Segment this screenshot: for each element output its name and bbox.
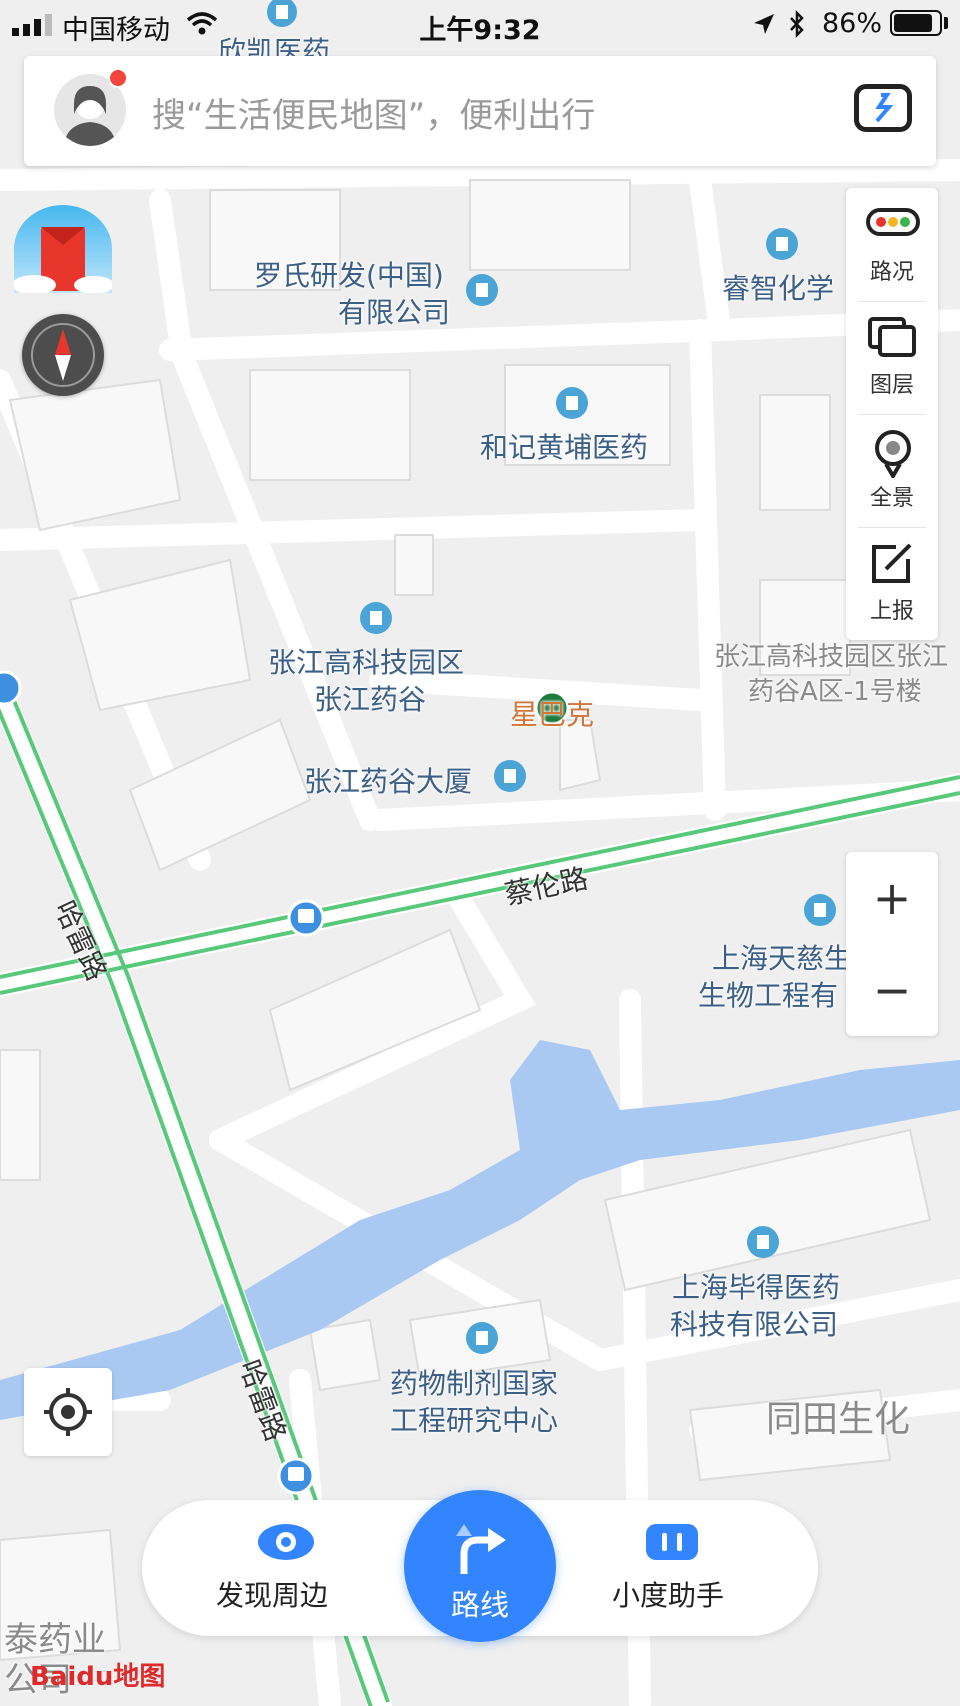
poi-label-ruizhi[interactable]: 睿智化学 — [722, 267, 834, 307]
location-arrow-icon — [754, 14, 774, 34]
map-tools-panel: 路况 图层 全景 上报 — [846, 188, 938, 640]
traffic-button[interactable]: 路况 — [846, 188, 938, 301]
traffic-light-icon — [866, 208, 920, 236]
poi-label-national-line2[interactable]: 工程研究中心 — [390, 1399, 558, 1439]
layers-button[interactable]: 图层 — [846, 301, 938, 414]
crosshair-icon — [44, 1388, 92, 1436]
voice-search-button[interactable] — [854, 84, 912, 132]
panorama-pin-icon — [875, 430, 911, 478]
poi-label-tongtian[interactable]: 同田生化 — [766, 1390, 910, 1442]
poi-label-hutchison[interactable]: 和记黄埔医药 — [480, 426, 648, 466]
battery-percent: 86% — [822, 8, 883, 39]
panorama-button[interactable]: 全景 — [846, 414, 938, 527]
layers-label: 图层 — [869, 373, 914, 398]
traffic-label: 路况 — [869, 260, 914, 285]
eye-icon — [258, 1524, 314, 1560]
map-canvas[interactable] — [0, 0, 960, 1706]
search-input[interactable]: 搜“生活便民地图”，便利出行 — [152, 88, 595, 137]
compass-icon — [31, 323, 95, 387]
baidu-logo: Baidu地图 — [30, 1662, 166, 1692]
poi-label-zj-park-line1[interactable]: 张江高科技园区 — [268, 641, 464, 681]
locate-button[interactable] — [24, 1368, 112, 1456]
poi-label-bide-line1[interactable]: 上海毕得医药 — [672, 1266, 840, 1306]
route-label: 路线 — [450, 1588, 509, 1622]
battery-tip — [944, 17, 948, 29]
assistant-icon — [646, 1524, 698, 1560]
bluetooth-icon — [790, 10, 804, 38]
poi-label-roche-line1[interactable]: 罗氏研发(中国) — [254, 254, 444, 294]
status-time: 上午9:32 — [419, 15, 541, 46]
edit-icon — [872, 543, 912, 583]
report-label: 上报 — [869, 599, 914, 624]
assistant-label: 小度助手 — [612, 1579, 725, 1612]
route-button[interactable]: 路线 — [404, 1490, 556, 1642]
poi-label-zj-park-line2[interactable]: 张江药谷 — [314, 678, 426, 718]
poi-label-zj-a-line2[interactable]: 药谷A区-1号楼 — [748, 671, 922, 708]
red-envelope-icon — [14, 227, 112, 293]
route-arrow-icon — [456, 1524, 506, 1574]
poi-label-zj-building[interactable]: 张江药谷大厦 — [304, 760, 472, 800]
poi-label-zj-a-line1[interactable]: 张江高科技园区张江 — [714, 636, 948, 673]
microphone-icon — [875, 93, 894, 123]
status-bar: 中国移动 上午9:32 86% — [0, 0, 960, 48]
assistant-button[interactable]: 小度助手 — [588, 1512, 758, 1624]
poi-label-bide-line2[interactable]: 科技有限公司 — [670, 1303, 838, 1343]
compass-button[interactable] — [22, 314, 104, 396]
poi-label-starbucks[interactable]: 星巴克 — [510, 693, 594, 733]
battery-icon — [890, 10, 942, 36]
zoom-in-button[interactable]: + — [846, 852, 938, 944]
notification-dot — [108, 68, 128, 88]
panorama-label: 全景 — [869, 486, 914, 511]
discover-nearby-label: 发现周边 — [216, 1579, 329, 1612]
discover-nearby-button[interactable]: 发现周边 — [202, 1512, 372, 1624]
zoom-control: + − — [846, 852, 938, 1036]
poi-label-tianci-line2[interactable]: 生物工程有 — [698, 974, 838, 1014]
poi-label-tianci-line1[interactable]: 上海天慈生 — [712, 937, 852, 977]
layers-icon — [868, 317, 916, 357]
poi-label-national-line1[interactable]: 药物制剂国家 — [390, 1362, 558, 1402]
poi-label-roche-line2[interactable]: 有限公司 — [338, 291, 450, 331]
report-button[interactable]: 上报 — [846, 527, 938, 640]
zoom-out-button[interactable]: − — [846, 944, 938, 1036]
battery-fill — [894, 14, 932, 32]
search-bar[interactable]: 搜“生活便民地图”，便利出行 — [24, 56, 936, 166]
red-packet-button[interactable] — [14, 205, 112, 293]
